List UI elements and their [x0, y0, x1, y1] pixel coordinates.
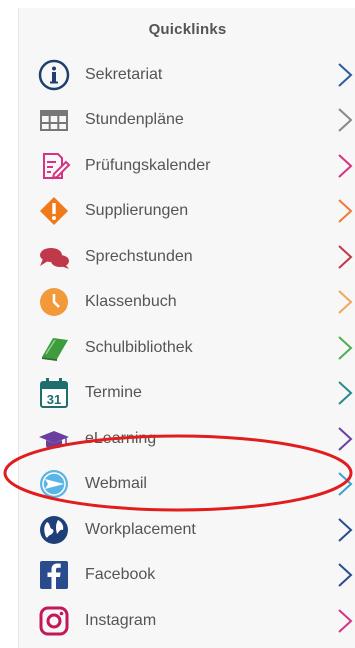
quicklink-label: Sprechstunden — [85, 247, 193, 265]
chevron-right-icon — [336, 289, 354, 315]
quicklink-instagram[interactable]: Instagram — [19, 598, 355, 644]
quicklink-label: Klassenbuch — [85, 293, 177, 311]
graduation-cap-icon — [37, 422, 71, 456]
calendar-day: 31 — [47, 392, 61, 407]
quicklink-facebook[interactable]: Facebook — [19, 553, 355, 599]
quicklinks-list: Sekretariat Stundenpläne Prüfungskalende… — [19, 52, 355, 644]
quicklink-label: Workplacement — [85, 520, 196, 538]
chevron-right-icon — [336, 608, 354, 634]
quicklink-label: Webmail — [85, 475, 147, 493]
quicklink-sprechstunden[interactable]: Sprechstunden — [19, 234, 355, 280]
table-grid-icon — [37, 103, 71, 137]
chevron-right-icon — [336, 380, 354, 406]
quicklink-label: Supplierungen — [85, 202, 189, 220]
quicklink-label: eLearning — [85, 429, 157, 447]
quicklink-elearning[interactable]: eLearning — [19, 416, 355, 462]
chevron-right-icon — [336, 62, 354, 88]
quicklink-webmail[interactable]: Webmail — [19, 462, 355, 508]
quicklink-label: Sekretariat — [85, 65, 163, 83]
quicklink-pruefungskalender[interactable]: Prüfungskalender — [19, 143, 355, 189]
instagram-icon — [37, 604, 71, 638]
quicklink-label: Instagram — [85, 611, 157, 629]
chevron-right-icon — [336, 107, 354, 133]
quicklink-schulbibliothek[interactable]: Schulbibliothek — [19, 325, 355, 371]
speech-bubbles-icon — [37, 240, 71, 274]
quicklink-termine[interactable]: 31 Termine — [19, 371, 355, 417]
globe-icon — [37, 513, 71, 547]
quicklink-label: Schulbibliothek — [85, 338, 193, 356]
mail-globe-icon — [37, 467, 71, 501]
quicklink-label: Termine — [85, 384, 142, 402]
chevron-right-icon — [336, 517, 354, 543]
warning-diamond-icon — [37, 194, 71, 228]
chevron-right-icon — [336, 198, 354, 224]
quicklink-supplierungen[interactable]: Supplierungen — [19, 189, 355, 235]
chevron-right-icon — [336, 153, 354, 179]
quicklinks-title: Quicklinks — [148, 21, 227, 38]
quicklink-sekretariat[interactable]: Sekretariat — [19, 52, 355, 98]
book-icon — [37, 331, 71, 365]
chevron-right-icon — [336, 335, 354, 361]
info-icon — [37, 58, 71, 92]
quicklink-klassenbuch[interactable]: Klassenbuch — [19, 280, 355, 326]
chevron-right-icon — [336, 562, 354, 588]
quicklink-label: Prüfungskalender — [85, 156, 211, 174]
quicklink-stundenplaene[interactable]: Stundenpläne — [19, 98, 355, 144]
quicklink-workplacement[interactable]: Workplacement — [19, 507, 355, 553]
calendar-icon: 31 — [37, 376, 71, 410]
chevron-right-icon — [336, 244, 354, 270]
chevron-right-icon — [336, 426, 354, 452]
chevron-right-icon — [336, 471, 354, 497]
quicklink-label: Facebook — [85, 566, 156, 584]
clock-icon — [37, 285, 71, 319]
quicklinks-panel: Quicklinks Sekretariat Stundenpläne Prüf… — [18, 8, 355, 648]
document-edit-icon — [37, 149, 71, 183]
facebook-icon — [37, 558, 71, 592]
quicklink-label: Stundenpläne — [85, 111, 184, 129]
